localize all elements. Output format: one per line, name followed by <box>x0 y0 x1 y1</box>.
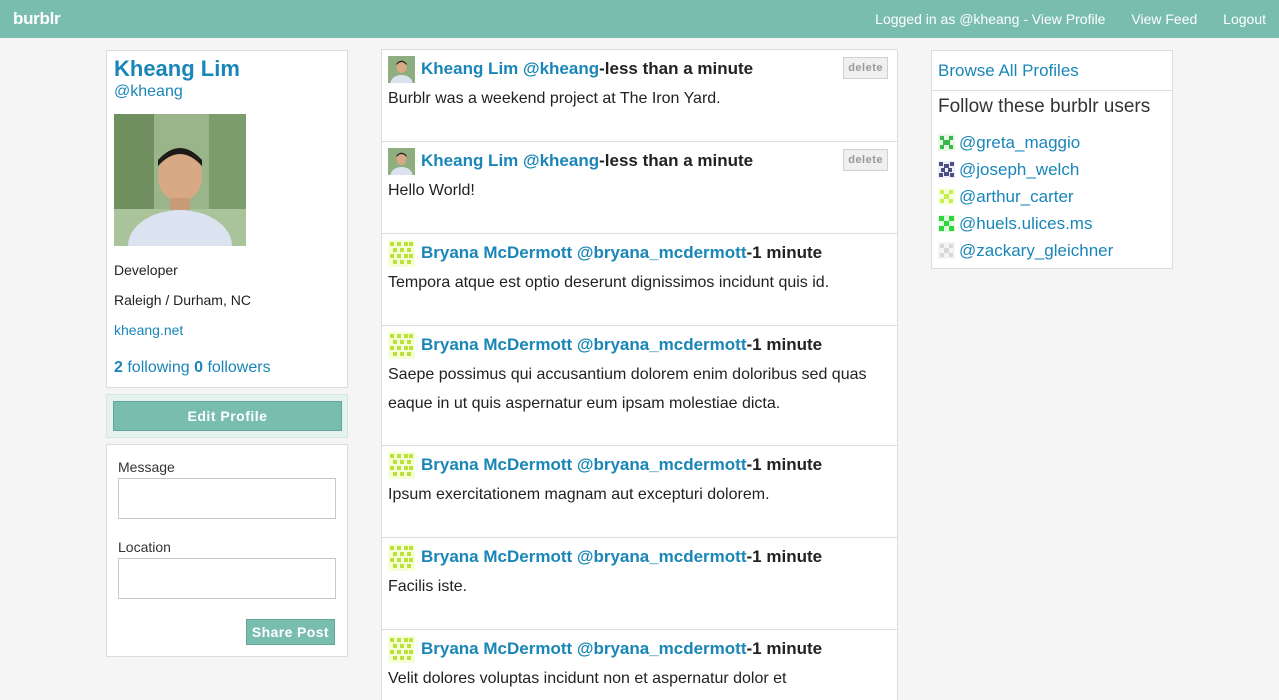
view-profile-link[interactable]: Logged in as @kheang - View Profile <box>875 11 1105 27</box>
post-author-link[interactable]: Bryana McDermott @bryana_mcdermott <box>421 547 747 567</box>
identicon-avatar <box>388 543 415 571</box>
identicon-avatar <box>388 331 415 359</box>
identicon-avatar <box>938 134 955 151</box>
identicon-avatar <box>388 635 415 663</box>
delete-post-button[interactable]: delete <box>843 57 888 79</box>
post-form: Message Location Share Post <box>106 444 348 657</box>
post-author-link[interactable]: Kheang Lim @kheang <box>421 151 599 171</box>
suggested-user-link[interactable]: @huels.ulices.ms <box>938 210 1166 237</box>
post-feed: Kheang Lim @kheang - less than a minute … <box>381 49 898 700</box>
post-body: Velit dolores voluptas incidunt non et a… <box>388 670 787 687</box>
post-time: 1 minute <box>752 639 823 658</box>
user-avatar <box>388 55 415 83</box>
identicon-avatar <box>938 188 955 205</box>
post-body: Tempora atque est optio deserunt digniss… <box>388 274 830 291</box>
message-input[interactable] <box>118 478 336 519</box>
post-time: 1 minute <box>752 547 823 566</box>
profile-avatar <box>114 114 246 246</box>
following-link[interactable]: 2 following <box>114 359 190 376</box>
identicon-avatar <box>938 215 955 232</box>
suggested-user-link[interactable]: @arthur_carter <box>938 183 1166 210</box>
followers-link[interactable]: 0 followers <box>194 359 271 376</box>
post-body: Ipsum exercitationem magnam aut exceptur… <box>388 486 770 503</box>
follow-suggestions-heading: Follow these burblr users <box>938 96 1151 117</box>
profile-title: Developer <box>114 262 178 278</box>
profile-info: Developer Raleigh / Durham, NC kheang.ne… <box>114 261 251 351</box>
profile-name[interactable]: Kheang Lim <box>114 56 340 81</box>
post-author-link[interactable]: Bryana McDermott @bryana_mcdermott <box>421 335 747 355</box>
feed-post: Kheang Lim @kheang - less than a minute … <box>381 49 898 142</box>
feed-post: Bryana McDermott @bryana_mcdermott - 1 m… <box>381 445 898 538</box>
suggested-user-link[interactable]: @zackary_gleichner <box>938 237 1166 264</box>
user-avatar <box>388 147 415 175</box>
suggestions-card: Browse All Profiles Follow these burblr … <box>931 50 1173 269</box>
post-author-link[interactable]: Kheang Lim @kheang <box>421 59 599 79</box>
follow-stats: 2 following 0 followers <box>114 359 271 377</box>
view-feed-link[interactable]: View Feed <box>1131 11 1197 27</box>
edit-profile-wrap: Edit Profile <box>106 394 348 438</box>
suggested-user-link[interactable]: @greta_maggio <box>938 129 1166 156</box>
brand-logo[interactable]: burblr <box>13 9 61 29</box>
profile-card: Kheang Lim @kheang Developer Raleigh / D… <box>106 50 348 388</box>
nav-links: Logged in as @kheang - View Profile View… <box>853 11 1266 27</box>
identicon-avatar <box>938 161 955 178</box>
top-navbar: burblr Logged in as @kheang - View Profi… <box>0 0 1279 38</box>
post-time: less than a minute <box>604 59 754 78</box>
browse-profiles-link[interactable]: Browse All Profiles <box>932 51 1172 91</box>
feed-post: Bryana McDermott @bryana_mcdermott - 1 m… <box>381 233 898 326</box>
post-author-link[interactable]: Bryana McDermott @bryana_mcdermott <box>421 243 747 263</box>
post-time: 1 minute <box>752 243 823 262</box>
post-body: Hello World! <box>388 182 475 199</box>
post-time: less than a minute <box>604 151 754 170</box>
feed-post: Bryana McDermott @bryana_mcdermott - 1 m… <box>381 325 898 446</box>
feed-post: Bryana McDermott @bryana_mcdermott - 1 m… <box>381 537 898 630</box>
post-body: Saepe possimus qui accusantium dolorem e… <box>388 366 867 412</box>
profile-website-link[interactable]: kheang.net <box>114 322 183 338</box>
feed-post: Kheang Lim @kheang - less than a minute … <box>381 141 898 234</box>
location-input[interactable] <box>118 558 336 599</box>
identicon-avatar <box>388 239 415 267</box>
edit-profile-button[interactable]: Edit Profile <box>113 401 342 431</box>
feed-post: Bryana McDermott @bryana_mcdermott - 1 m… <box>381 629 898 700</box>
identicon-avatar <box>388 451 415 479</box>
post-time: 1 minute <box>752 335 823 354</box>
profile-location: Raleigh / Durham, NC <box>114 292 251 308</box>
delete-post-button[interactable]: delete <box>843 149 888 171</box>
post-author-link[interactable]: Bryana McDermott @bryana_mcdermott <box>421 455 747 475</box>
post-time: 1 minute <box>752 455 823 474</box>
location-label: Location <box>118 539 171 555</box>
share-post-button[interactable]: Share Post <box>245 619 335 645</box>
post-body: Burblr was a weekend project at The Iron… <box>388 90 721 107</box>
suggested-user-link[interactable]: @joseph_welch <box>938 156 1166 183</box>
logout-link[interactable]: Logout <box>1223 11 1266 27</box>
suggested-users-list: @greta_maggio @joseph_welch @arthur_cart… <box>932 125 1172 264</box>
post-body: Facilis iste. <box>388 578 468 595</box>
profile-handle[interactable]: @kheang <box>114 83 340 101</box>
identicon-avatar <box>938 242 955 259</box>
message-label: Message <box>118 459 175 475</box>
post-author-link[interactable]: Bryana McDermott @bryana_mcdermott <box>421 639 747 659</box>
